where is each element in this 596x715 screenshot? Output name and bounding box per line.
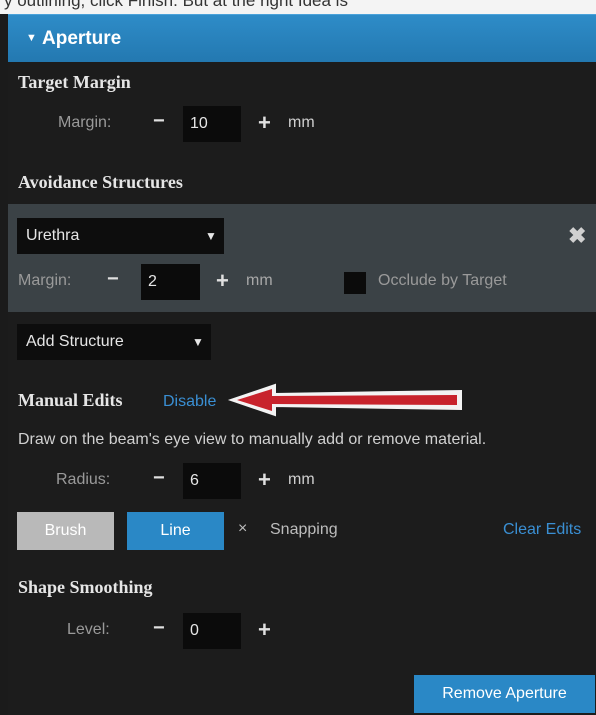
radius-label: Radius: [56,471,111,488]
line-button[interactable]: Line [127,512,224,550]
target-margin-title: Target Margin [18,72,131,92]
structure-margin-input[interactable]: 2 [141,264,200,300]
level-label: Level: [67,621,110,638]
manual-edits-description: Draw on the beam's eye view to manually … [18,431,487,448]
add-structure-label: Add Structure [26,333,124,350]
aperture-header[interactable]: ▼ Aperture [8,14,596,63]
header-title: Aperture [42,28,122,49]
brush-button[interactable]: Brush [17,512,114,550]
target-margin-label: Margin: [58,114,112,131]
target-margin-plus-button[interactable]: + [258,110,271,136]
level-input[interactable]: 0 [183,613,241,649]
chevron-down-icon: ▼ [205,229,217,243]
triangle-down-icon: ▼ [26,32,37,44]
remove-aperture-button[interactable]: Remove Aperture [414,675,595,713]
manual-edits-title: Manual Edits [18,390,123,410]
structure-margin-minus-button[interactable]: − [107,268,119,291]
snapping-label: Snapping [270,521,338,538]
avoidance-structures-title: Avoidance Structures [18,172,183,192]
target-margin-unit: mm [288,114,315,131]
structure-select[interactable]: Urethra ▼ [17,218,224,254]
top-strip-text: y outlining, click Finish. But at the ri… [4,0,348,10]
radius-plus-button[interactable]: + [258,467,271,493]
shape-smoothing-title: Shape Smoothing [18,577,153,597]
structure-margin-label: Margin: [18,272,72,289]
radius-unit: mm [288,471,315,488]
annotation-arrow-icon [227,383,462,417]
radius-input[interactable]: 6 [183,463,241,499]
structure-margin-unit: mm [246,272,273,289]
structure-select-value: Urethra [26,227,80,244]
add-structure-select[interactable]: Add Structure ▼ [17,324,211,360]
target-margin-minus-button[interactable]: − [153,110,165,133]
close-icon[interactable]: ✖ [568,223,586,249]
level-plus-button[interactable]: + [258,617,271,643]
target-margin-input[interactable]: 10 [183,106,241,142]
occlude-label: Occlude by Target [378,272,507,289]
top-strip: y outlining, click Finish. But at the ri… [0,0,596,14]
structure-margin-plus-button[interactable]: + [216,268,229,294]
clear-edits-link[interactable]: Clear Edits [503,521,581,539]
disable-manual-edits-link[interactable]: Disable [163,393,216,411]
occlude-checkbox[interactable] [344,272,366,294]
chevron-down-icon: ▼ [192,335,204,349]
radius-minus-button[interactable]: − [153,467,165,490]
snapping-toggle[interactable]: × [238,520,247,538]
level-minus-button[interactable]: − [153,617,165,640]
